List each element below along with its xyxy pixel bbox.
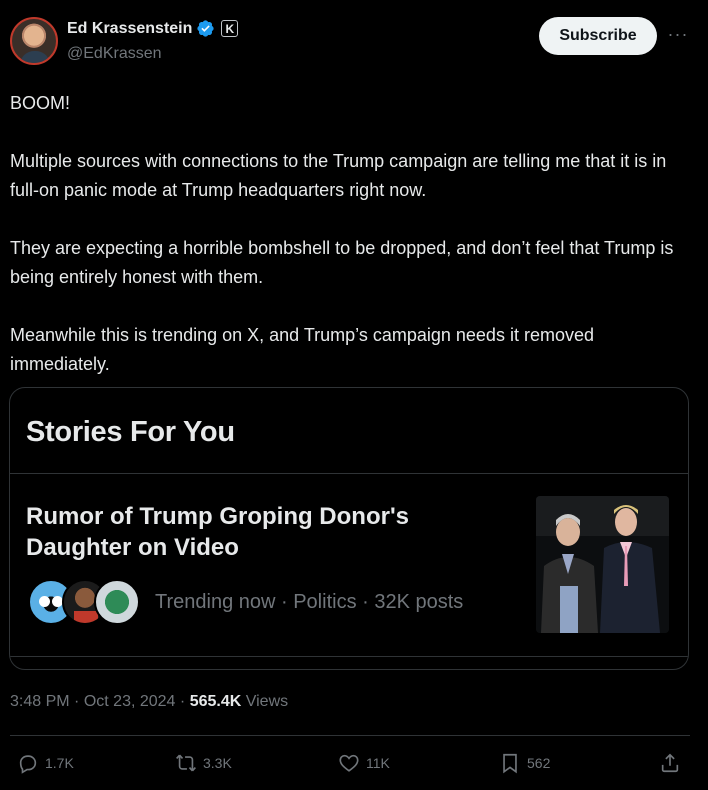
story-avatars <box>28 579 140 625</box>
embedded-image-card[interactable]: Stories For You Rumor of Trump Groping D… <box>9 387 689 670</box>
post-paragraph: BOOM! <box>10 93 71 113</box>
share-button[interactable] <box>659 748 681 778</box>
like-count: 11K <box>366 755 390 771</box>
author-display-name[interactable]: Ed Krassenstein <box>67 20 192 38</box>
repost-button[interactable]: 3.3K <box>175 748 232 778</box>
post-paragraph: Meanwhile this is trending on X, and Tru… <box>10 325 594 374</box>
post-paragraph: They are expecting a horrible bombshell … <box>10 238 674 287</box>
post-time[interactable]: 3:48 PM <box>10 693 70 710</box>
bookmark-button[interactable]: 562 <box>499 748 550 778</box>
story-photo <box>536 496 669 633</box>
reply-count: 1.7K <box>45 755 74 771</box>
action-bar: 1.7K 3.3K 11K 562 <box>0 748 708 780</box>
post-meta: 3:48 PM · Oct 23, 2024 · 565.4K Views <box>10 693 288 711</box>
post-date[interactable]: Oct 23, 2024 <box>84 693 176 710</box>
subscribe-button[interactable]: Subscribe <box>539 17 657 55</box>
bookmark-count: 562 <box>527 755 551 771</box>
more-options-icon[interactable]: ··· <box>666 22 690 46</box>
actions-divider <box>10 735 690 736</box>
post-paragraph: Multiple sources with connections to the… <box>10 151 667 200</box>
views-label: Views <box>245 693 289 710</box>
bookmark-icon <box>503 753 517 774</box>
meta-separator: · <box>179 693 190 710</box>
author-name-row: Ed Krassenstein K <box>67 19 239 38</box>
post-text: BOOM! Multiple sources with connections … <box>10 89 690 408</box>
card-header: Stories For You <box>10 388 688 474</box>
avatar <box>94 579 140 625</box>
reply-icon <box>19 755 37 774</box>
author-handle[interactable]: @EdKrassen <box>67 45 162 63</box>
trending-info: Trending now · Politics · 32K posts <box>155 591 464 613</box>
repost-icon <box>176 754 196 772</box>
verified-badge-icon[interactable] <box>196 19 215 38</box>
affiliate-badge-icon[interactable]: K <box>221 20 239 37</box>
post-header: Ed Krassenstein K @EdKrassen Subscribe ·… <box>0 0 708 80</box>
repost-count: 3.3K <box>203 755 232 771</box>
like-button[interactable]: 11K <box>338 748 390 778</box>
story-photo-illustration <box>536 496 669 633</box>
heart-icon <box>339 754 359 772</box>
meta-separator: · <box>74 693 84 710</box>
reply-button[interactable]: 1.7K <box>17 748 74 778</box>
share-icon <box>661 753 679 773</box>
card-bottom-divider <box>10 656 688 669</box>
story-headline[interactable]: Rumor of Trump Groping Donor's Daughter … <box>26 501 496 563</box>
author-avatar[interactable] <box>10 17 58 65</box>
card-title: Stories For You <box>26 416 235 448</box>
views-count: 565.4K <box>189 693 242 710</box>
